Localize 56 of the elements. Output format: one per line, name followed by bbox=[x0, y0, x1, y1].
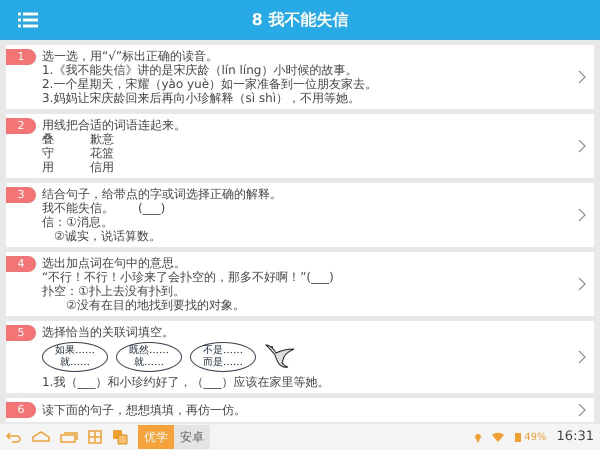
question-number: 1 bbox=[6, 49, 36, 65]
question-title: 选一选，用“√”标出正确的读音。 bbox=[42, 49, 220, 63]
question-card[interactable]: 6 读下面的句子，想想填填，再仿一仿。 bbox=[6, 398, 594, 422]
conjunction-oval: 如果…… 就…… bbox=[42, 342, 108, 372]
question-number: 2 bbox=[6, 118, 36, 134]
question-line: 扑空：①扑上去没有扑到。 bbox=[42, 284, 186, 298]
chevron-right-icon bbox=[578, 208, 586, 222]
chevron-right-icon bbox=[578, 403, 586, 417]
question-line: 我不能失信。 (___) bbox=[42, 201, 166, 215]
question-title: 用线把合适的词语连起来。 bbox=[42, 118, 187, 132]
matching-word: 守 bbox=[42, 146, 55, 160]
clock: 16:31 bbox=[556, 428, 594, 446]
back-icon[interactable] bbox=[6, 431, 22, 443]
matching-word: 叠 bbox=[42, 132, 55, 146]
conjunction-oval: 不是…… 而是…… bbox=[190, 342, 256, 372]
question-card[interactable]: 4 选出加点词在句中的意思。 “不行！不行！小珍来了会扑空的，那多不好啊！”(___) 扑空：①扑上去没有扑到。 ②没有在目的地找到要找的对象。 bbox=[6, 252, 594, 316]
battery-icon bbox=[514, 432, 522, 442]
question-title: 选出加点词在句中的意思。 bbox=[42, 256, 187, 270]
question-title: 结合句子，给带点的字或词选择正确的解释。 bbox=[42, 187, 283, 201]
question-title: 读下面的句子，想想填填，再仿一仿。 bbox=[42, 403, 247, 417]
question-line: 信：①消息。 bbox=[42, 215, 114, 229]
page-title: 8 我不能失信 bbox=[252, 9, 348, 31]
question-line: ②没有在目的地找到要找的对象。 bbox=[65, 298, 246, 312]
question-title: 选择恰当的关联词填空。 bbox=[42, 325, 175, 339]
conjunction-oval: 既然…… 就…… bbox=[116, 342, 182, 372]
taskbar-tab[interactable]: 安卓 bbox=[174, 425, 210, 449]
question-line: ②诚实，说话算数。 bbox=[53, 229, 162, 243]
matching-word: 歉意 bbox=[90, 132, 114, 146]
location-icon bbox=[474, 432, 482, 442]
battery-level: 49% bbox=[524, 430, 547, 444]
question-line: 2.一个星期天，宋耀（yào yuè）如一家准备到一位朋友家去。 bbox=[42, 77, 378, 91]
question-number: 5 bbox=[6, 325, 36, 341]
chevron-right-icon bbox=[578, 277, 586, 291]
matching-word: 信用 bbox=[90, 160, 114, 174]
question-card[interactable]: 5 选择恰当的关联词填空。 如果…… 就…… 既然…… 就…… 不是…… 而是…… 1.我（___）和小珍约好了，（___）应该在家里等她。 bbox=[6, 321, 594, 393]
question-number: 3 bbox=[6, 187, 36, 203]
question-card[interactable]: 3 结合句子，给带点的字或词选择正确的解释。 我不能失信。 (___) 信：①消息。 ②诚实，说话算数。 bbox=[6, 183, 594, 247]
question-line: “不行！不行！小珍来了会扑空的，那多不好啊！”(___) bbox=[42, 270, 335, 284]
question-line: 3.妈妈让宋庆龄回来后再向小珍解释（sì shì），不用等她。 bbox=[42, 91, 362, 105]
matching-word: 用 bbox=[42, 160, 55, 174]
app-icon[interactable] bbox=[112, 429, 128, 445]
question-line: 1.《我不能失信》讲的是宋庆龄（lín líng）小时候的故事。 bbox=[42, 63, 358, 77]
home-icon[interactable] bbox=[32, 431, 50, 443]
chevron-right-icon bbox=[578, 70, 586, 84]
question-card[interactable]: 1 选一选，用“√”标出正确的读音。 1.《我不能失信》讲的是宋庆龄（lín líng）小时候的故事。 2.一个星期天，宋耀（yào yuè）如一家准备到一位朋友家去。 3.妈妈让宋庆龄回来后再向小珍解释（sì shì），不用等她。 bbox=[6, 45, 594, 109]
question-number: 6 bbox=[6, 402, 36, 418]
wifi-icon bbox=[492, 432, 504, 442]
grid-app-icon[interactable] bbox=[88, 430, 102, 444]
recent-apps-icon[interactable] bbox=[60, 431, 78, 443]
chevron-right-icon bbox=[578, 139, 586, 153]
matching-word: 花篮 bbox=[90, 146, 114, 160]
question-card[interactable]: 2 用线把合适的词语连起来。 叠 歉意 守 花篮 用 信用 bbox=[6, 114, 594, 178]
question-number: 4 bbox=[6, 256, 36, 272]
question-line: 1.我（___）和小珍约好了，（___）应该在家里等她。 bbox=[42, 375, 330, 389]
menu-icon[interactable] bbox=[18, 12, 38, 28]
chevron-right-icon bbox=[578, 350, 586, 364]
